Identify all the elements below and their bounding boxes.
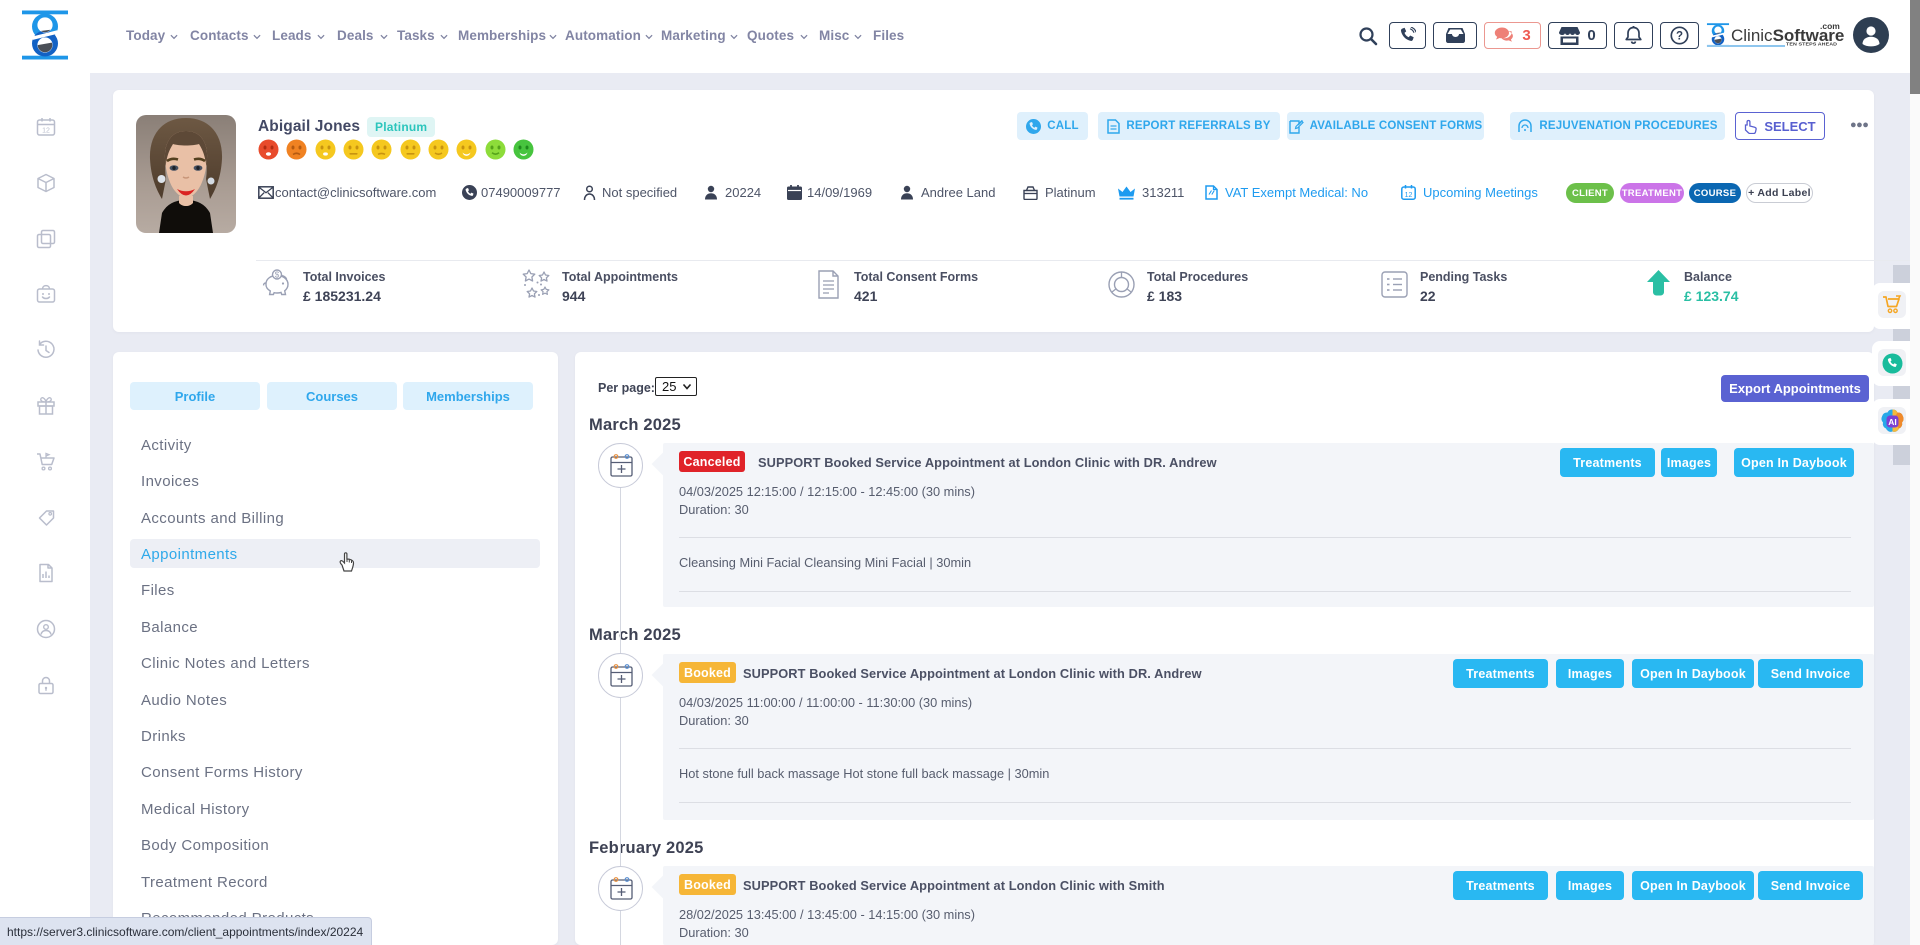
svg-text:12: 12 [42, 128, 50, 135]
svg-text:?: ? [1676, 31, 1683, 43]
svg-text:AI: AI [1888, 417, 1897, 427]
svg-text:$: $ [275, 271, 280, 280]
svg-text:12: 12 [1405, 192, 1413, 199]
